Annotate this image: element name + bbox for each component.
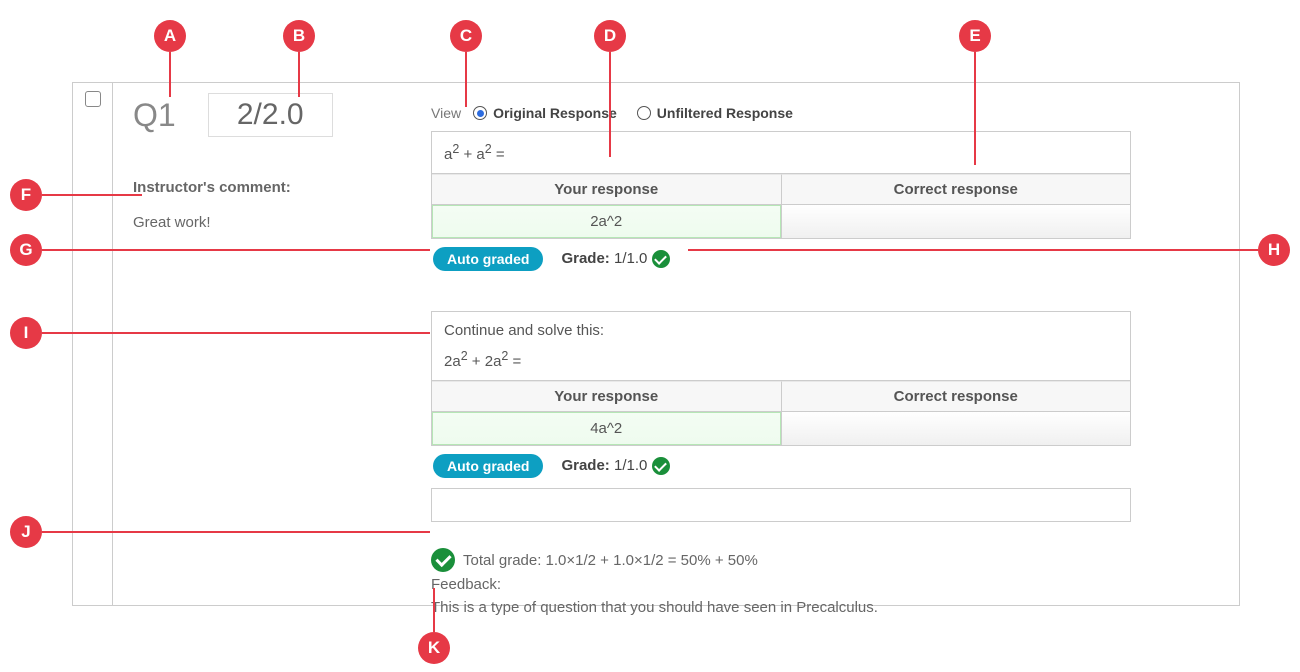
callout-a: A — [154, 20, 186, 52]
your-response-header: Your response — [432, 174, 782, 204]
selection-rail — [73, 83, 113, 605]
radio-original-label: Original Response — [493, 105, 617, 121]
callout-c: C — [450, 20, 482, 52]
instructor-comment-text: Great work! — [133, 214, 433, 231]
radio-unfiltered-label: Unfiltered Response — [657, 105, 793, 121]
question-part: a2 + a2 = Your response Correct response… — [431, 131, 1131, 239]
question-intro: Continue and solve this: — [432, 312, 1130, 349]
question-number: Q1 — [133, 97, 176, 134]
total-grade-text: Total grade: 1.0×1/2 + 1.0×1/2 = 50% + 5… — [463, 552, 758, 569]
grade-value: 1/1.0 — [614, 457, 647, 474]
question-part: Continue and solve this: 2a2 + 2a2 = You… — [431, 311, 1131, 446]
view-toggle-row: View Original Response Unfiltered Respon… — [431, 105, 1151, 121]
grade-row: Auto graded Grade: 1/1.0 — [433, 454, 1151, 478]
question-prompt: a2 + a2 = — [432, 132, 1130, 173]
response-header-row: Your response Correct response — [432, 173, 1130, 204]
correct-response-header: Correct response — [782, 174, 1131, 204]
question-meta: Q1 2/2.0 Instructor's comment: Great wor… — [133, 93, 433, 231]
select-question-checkbox[interactable] — [85, 91, 101, 107]
callout-i: I — [10, 317, 42, 349]
check-icon — [652, 457, 670, 475]
callout-d: D — [594, 20, 626, 52]
view-label: View — [431, 105, 461, 121]
check-icon — [652, 250, 670, 268]
callout-h: H — [1258, 234, 1290, 266]
grade-label: Grade: — [561, 457, 609, 474]
callout-k: K — [418, 632, 450, 664]
question-prompt: 2a2 + 2a2 = — [432, 349, 1130, 380]
auto-graded-badge: Auto graded — [433, 247, 543, 271]
feedback-text: This is a type of question that you shou… — [431, 599, 1151, 616]
question-body: View Original Response Unfiltered Respon… — [431, 105, 1151, 616]
instructor-comment-label: Instructor's comment: — [133, 179, 433, 196]
feedback-label: Feedback: — [431, 576, 1151, 593]
total-grade-row: Total grade: 1.0×1/2 + 1.0×1/2 = 50% + 5… — [431, 548, 1151, 572]
callout-b: B — [283, 20, 315, 52]
auto-graded-badge: Auto graded — [433, 454, 543, 478]
response-row: 4a^2 — [432, 411, 1130, 445]
callout-e: E — [959, 20, 991, 52]
question-container: Q1 2/2.0 Instructor's comment: Great wor… — [72, 82, 1240, 606]
callout-f: F — [10, 179, 42, 211]
radio-original-response[interactable] — [473, 106, 487, 120]
check-icon — [431, 548, 455, 572]
callout-g: G — [10, 234, 42, 266]
grade-label: Grade: — [561, 250, 609, 267]
question-score: 2/2.0 — [208, 93, 333, 137]
callout-j: J — [10, 516, 42, 548]
correct-response-cell — [782, 205, 1131, 238]
response-header-row: Your response Correct response — [432, 380, 1130, 411]
correct-response-header: Correct response — [782, 381, 1131, 411]
grade-value: 1/1.0 — [614, 250, 647, 267]
your-response-cell: 2a^2 — [432, 205, 782, 238]
empty-panel — [431, 488, 1131, 522]
response-row: 2a^2 — [432, 204, 1130, 238]
your-response-header: Your response — [432, 381, 782, 411]
your-response-cell: 4a^2 — [432, 412, 782, 445]
radio-unfiltered-response[interactable] — [637, 106, 651, 120]
correct-response-cell — [782, 412, 1131, 445]
